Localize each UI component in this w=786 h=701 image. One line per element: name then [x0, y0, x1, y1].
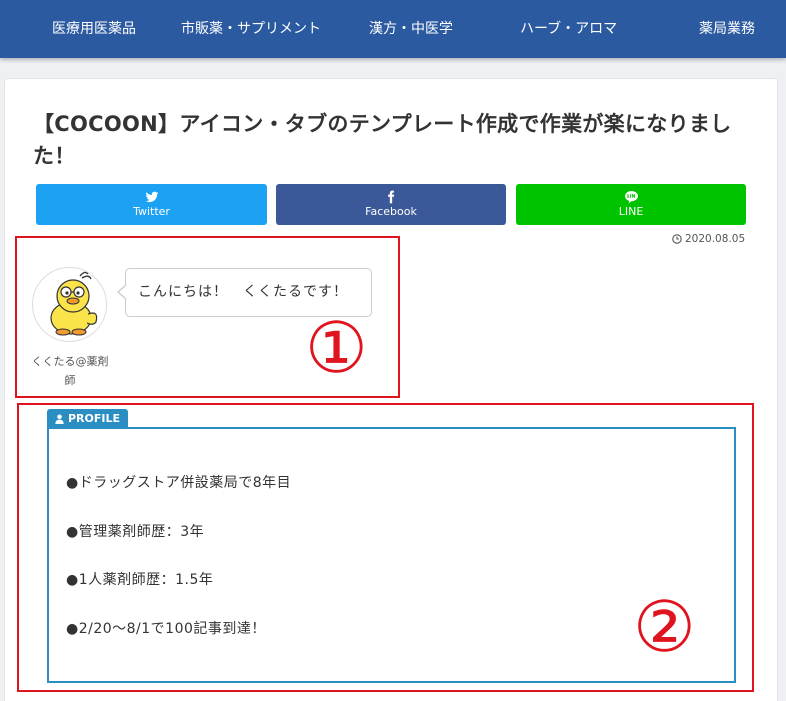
twitter-share-button[interactable]: Twitter — [36, 184, 267, 225]
annotation-number-1: ① — [305, 307, 368, 389]
line-share-label: LINE — [618, 205, 644, 218]
twitter-icon — [145, 191, 158, 203]
nav-item-pharmacy-work[interactable]: 薬局業務 — [699, 0, 755, 58]
nav-item-prescription-drugs[interactable]: 医療用医薬品 — [52, 0, 136, 58]
clock-icon — [672, 234, 682, 244]
post-date-text: 2020.08.05 — [685, 233, 746, 245]
nav-item-otc-supplements[interactable]: 市販薬・サプリメント — [181, 0, 321, 58]
line-icon — [624, 190, 638, 204]
post-date: 2020.08.05 — [672, 233, 745, 245]
article-title: 【COCOON】アイコン・タブのテンプレート作成で作業が楽になりました！ — [33, 112, 732, 168]
line-share-button[interactable]: LINE — [516, 184, 746, 225]
top-nav: 医療用医薬品 市販薬・サプリメント 漢方・中医学 ハーブ・アロマ 薬局業務 — [0, 0, 786, 58]
nav-item-herb-aroma[interactable]: ハーブ・アロマ — [520, 0, 617, 58]
annotation-number-2: ② — [633, 586, 696, 668]
facebook-share-button[interactable]: Facebook — [276, 184, 506, 225]
nav-item-kampo[interactable]: 漢方・中医学 — [369, 0, 453, 58]
facebook-icon — [388, 190, 395, 204]
twitter-share-label: Twitter — [133, 205, 170, 218]
facebook-share-label: Facebook — [365, 205, 417, 218]
